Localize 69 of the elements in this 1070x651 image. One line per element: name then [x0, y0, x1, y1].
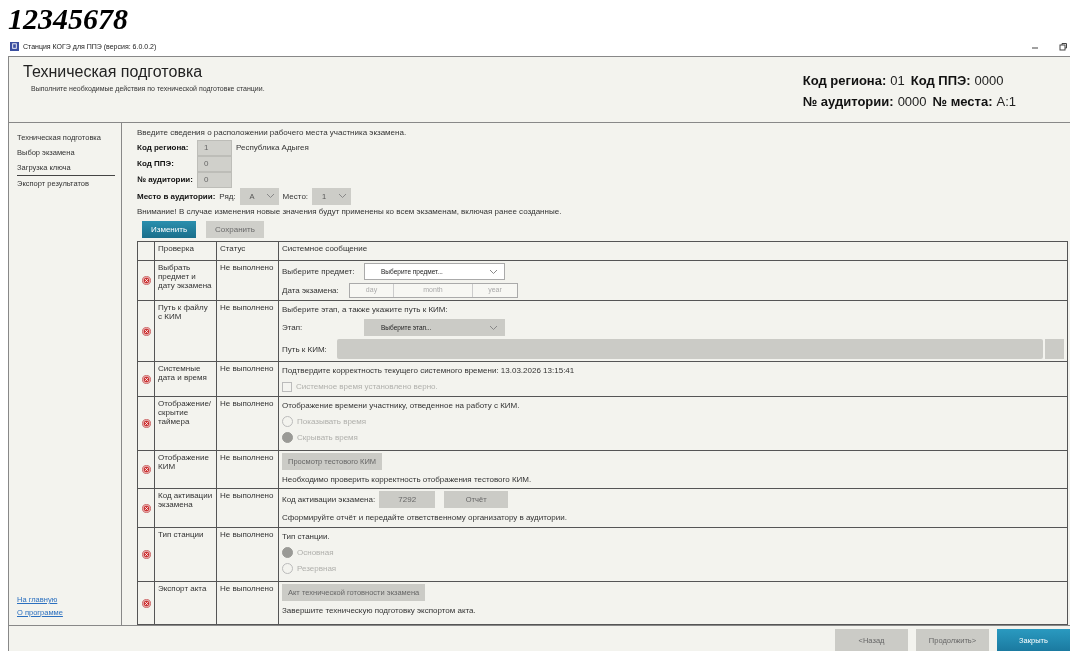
instruction-text: Введите сведения о расположении рабочего места участника экзамена.: [137, 128, 407, 138]
checkbox[interactable]: [282, 381, 292, 392]
info-label: № аудитории:: [802, 94, 894, 109]
table-cell: Системные дата и время: [154, 361, 217, 397]
info-label: Код ППЭ:: [910, 73, 971, 88]
info-value: 0000: [897, 94, 927, 109]
field-label: Код ППЭ:: [137, 159, 175, 168]
caret-icon: [338, 193, 348, 199]
radio-button[interactable]: [282, 547, 293, 558]
message-text: Выберите этап, а также укажите путь к КИМ:: [282, 305, 448, 314]
region-name: Республика Адыгея: [236, 143, 309, 152]
caption-number: 12345678: [7, 1, 129, 37]
info-label: Код региона:: [802, 73, 887, 88]
message-text: Сформируйте отчёт и передайте ответственному организатору в аудитории.: [282, 513, 567, 522]
table-cell: Отображение КИМ: [154, 450, 217, 489]
activation-code: 7292: [379, 491, 436, 508]
table-cell: Не выполнено: [216, 527, 279, 582]
caret-icon: [265, 193, 275, 199]
info-value: А:1: [996, 94, 1016, 109]
radio-label: Показывать время: [297, 417, 367, 426]
input-field[interactable]: 1: [197, 139, 232, 156]
info-label: № места:: [932, 94, 993, 109]
radio-label: Резервная: [297, 564, 337, 573]
table-cell: Путь к файлу с КИМ: [154, 300, 217, 362]
message-text: Необходимо проверить корректность отображения тестового КИМ.: [282, 475, 532, 484]
info-value: 01: [890, 73, 905, 88]
table-cell: Не выполнено: [216, 361, 279, 397]
field-label: Этап:: [282, 323, 304, 332]
field-label: Выберите предмет:: [282, 267, 356, 276]
column-header: Проверка: [154, 241, 217, 261]
field-label: № аудитории:: [137, 175, 193, 184]
table-cell: Не выполнено: [216, 450, 279, 489]
message-text: Завершите техническую подготовку экспортом акта.: [282, 606, 476, 615]
table-cell: Не выполнено: [216, 260, 279, 301]
restore-icon: [1058, 41, 1068, 52]
table-cell: Отображение/ скрытие таймера: [154, 396, 217, 451]
table-cell: Тип станции: [154, 527, 217, 582]
table-cell: Не выполнено: [216, 581, 279, 625]
field-label: Место в аудитории:: [137, 191, 216, 201]
table-cell: Код активации экзамена: [154, 488, 217, 528]
column-header: Статус: [216, 241, 279, 261]
page-title: Техническая подготовка: [23, 63, 204, 81]
field-label: Место:: [282, 191, 309, 201]
table-cell: Не выполнено: [216, 396, 279, 451]
app-icon: [10, 42, 19, 51]
radio-label: Основная: [297, 548, 334, 557]
message-text: Подтвердите корректность текущего системного времени: 13.03.2026 13:15:41: [282, 366, 575, 375]
checkbox-label: Системное время установлено верно.: [296, 382, 438, 391]
edit-button[interactable]: Изменить: [142, 221, 197, 238]
radio-label: Скрывать время: [297, 433, 358, 442]
message-text: Отображение времени участнику, отведенное на работу с КИМ.: [282, 401, 520, 410]
table-cell: Выбрать предмет и дату экзамена: [154, 260, 217, 301]
message-text: Тип станции.: [282, 532, 330, 541]
field-label: Ряд:: [219, 191, 236, 201]
field-label: Путь к КИМ:: [282, 344, 328, 354]
table-cell: Не выполнено: [216, 488, 279, 528]
field-label: Код региона:: [137, 143, 190, 152]
table-cell: Экспорт акта: [154, 581, 217, 625]
table-cell: Не выполнено: [216, 300, 279, 362]
caret-icon: [489, 268, 498, 275]
path-field[interactable]: [337, 339, 1043, 359]
info-value: 0000: [974, 73, 1004, 88]
warning-text: Внимание! В случае изменения новые значения будут применены ко всем экзаменам, включая ранее созданные.: [137, 206, 562, 216]
field-label: Дата экзамена:: [282, 286, 340, 295]
column-header: Системное сообщение: [278, 241, 1068, 261]
caret-icon: [489, 324, 498, 331]
radio-button[interactable]: [282, 432, 293, 443]
field-label: Код активации экзамена:: [282, 495, 376, 504]
browse-button[interactable]: [1045, 339, 1064, 359]
